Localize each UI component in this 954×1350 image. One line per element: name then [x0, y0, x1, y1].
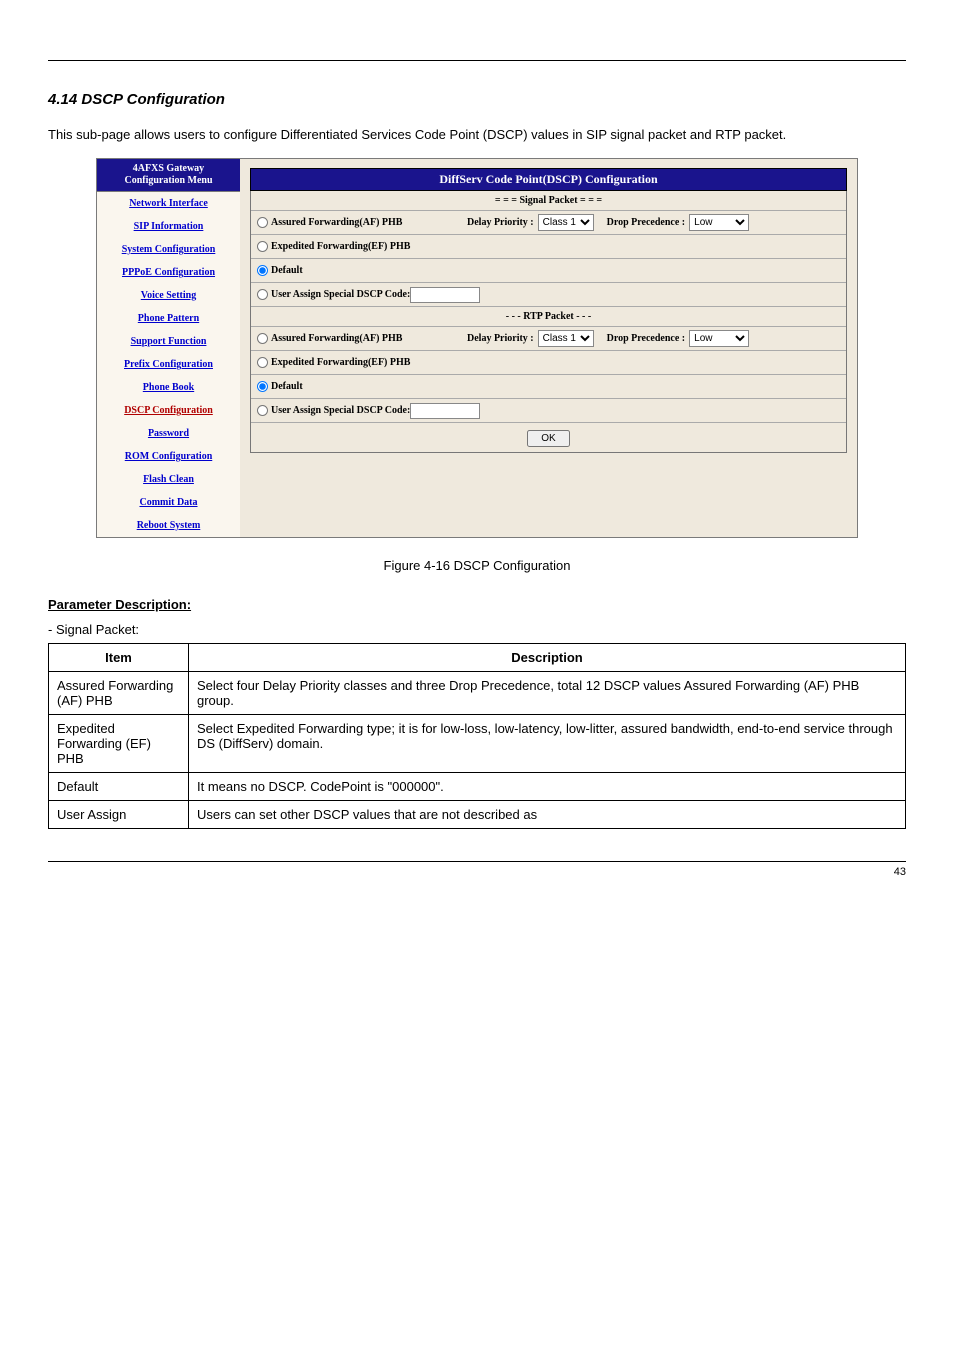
parameter-table: Item Description Assured Forwarding (AF)… [48, 643, 906, 829]
page-number: 43 [48, 866, 906, 878]
sidebar-item-reboot-system[interactable]: Reboot System [97, 514, 240, 537]
signal-ef-option[interactable]: Expedited Forwarding(EF) PHB [257, 241, 467, 252]
rtp-packet-header: - - - RTP Packet - - - [251, 307, 846, 327]
signal-default-label: Default [271, 265, 303, 276]
signal-userassign-option[interactable]: User Assign Special DSCP Code: [257, 289, 410, 300]
rtp-default-label: Default [271, 381, 303, 392]
rtp-default-radio[interactable] [257, 381, 268, 392]
signal-userassign-label: User Assign Special DSCP Code: [271, 289, 410, 300]
rtp-default-option[interactable]: Default [257, 381, 467, 392]
signal-packet-bullet: - Signal Packet: [48, 622, 906, 637]
sidebar-item-voice-setting[interactable]: Voice Setting [97, 284, 240, 307]
signal-delay-select[interactable]: Class 1 [538, 214, 594, 231]
signal-ef-radio[interactable] [257, 241, 268, 252]
signal-default-radio[interactable] [257, 265, 268, 276]
signal-userassign-row: User Assign Special DSCP Code: [251, 283, 846, 307]
sidebar-item-phone-pattern[interactable]: Phone Pattern [97, 307, 240, 330]
signal-delay-label: Delay Priority : [467, 217, 534, 228]
rtp-delay-select[interactable]: Class 1 [538, 330, 594, 347]
ok-row: OK [251, 423, 846, 452]
table-row: User Assign Users can set other DSCP val… [49, 801, 906, 829]
rtp-userassign-radio[interactable] [257, 405, 268, 416]
signal-ef-label: Expedited Forwarding(EF) PHB [271, 241, 410, 252]
rtp-af-radio[interactable] [257, 333, 268, 344]
rtp-ef-row: Expedited Forwarding(EF) PHB [251, 351, 846, 375]
rtp-userassign-label: User Assign Special DSCP Code: [271, 405, 410, 416]
rtp-ef-label: Expedited Forwarding(EF) PHB [271, 357, 410, 368]
main-panel: DiffServ Code Point(DSCP) Configuration … [240, 159, 857, 537]
row2-desc: It means no DSCP. CodePoint is "000000". [189, 773, 906, 801]
footer-rule [48, 861, 906, 862]
rtp-ef-radio[interactable] [257, 357, 268, 368]
rtp-delay-label: Delay Priority : [467, 333, 534, 344]
signal-default-row: Default [251, 259, 846, 283]
page-footer: 43 [0, 861, 954, 898]
sidebar-item-phone-book[interactable]: Phone Book [97, 376, 240, 399]
rtp-userassign-option[interactable]: User Assign Special DSCP Code: [257, 405, 410, 416]
section-heading: 4.14 DSCP Configuration [48, 91, 906, 108]
signal-drop-select[interactable]: Low [689, 214, 749, 231]
rtp-userassign-row: User Assign Special DSCP Code: [251, 399, 846, 423]
rtp-af-label: Assured Forwarding(AF) PHB [271, 333, 402, 344]
table-head-item: Item [49, 644, 189, 672]
sidebar-item-rom-configuration[interactable]: ROM Configuration [97, 445, 240, 468]
row1-item: Expedited Forwarding (EF) PHB [49, 715, 189, 773]
table-head-desc: Description [189, 644, 906, 672]
param-desc-heading: Parameter Description: [48, 597, 906, 612]
rtp-drop-select[interactable]: Low [689, 330, 749, 347]
signal-userassign-input[interactable] [410, 287, 480, 303]
rtp-userassign-input[interactable] [410, 403, 480, 419]
sidebar-item-network-interface[interactable]: Network Interface [97, 192, 240, 215]
top-rule [48, 60, 906, 61]
rtp-drop-label: Drop Precedence : [607, 333, 686, 344]
sidebar-title-line1: 4AFXS Gateway [133, 163, 204, 174]
sidebar-title-line2: Configuration Menu [124, 175, 212, 186]
signal-ef-row: Expedited Forwarding(EF) PHB [251, 235, 846, 259]
rtp-af-row: Assured Forwarding(AF) PHB Delay Priorit… [251, 327, 846, 351]
table-row: Assured Forwarding (AF) PHB Select four … [49, 672, 906, 715]
config-sidebar: 4AFXS Gateway Configuration Menu Network… [97, 159, 240, 537]
signal-af-radio[interactable] [257, 217, 268, 228]
rtp-af-option[interactable]: Assured Forwarding(AF) PHB [257, 333, 467, 344]
row2-item: Default [49, 773, 189, 801]
ok-button[interactable]: OK [527, 430, 569, 447]
signal-drop-label: Drop Precedence : [607, 217, 686, 228]
table-row: Expedited Forwarding (EF) PHB Select Exp… [49, 715, 906, 773]
sidebar-item-support-function[interactable]: Support Function [97, 330, 240, 353]
signal-af-label: Assured Forwarding(AF) PHB [271, 217, 402, 228]
sidebar-item-dscp-configuration[interactable]: DSCP Configuration [97, 399, 240, 422]
table-row: Default It means no DSCP. CodePoint is "… [49, 773, 906, 801]
rtp-ef-option[interactable]: Expedited Forwarding(EF) PHB [257, 357, 467, 368]
row3-item: User Assign [49, 801, 189, 829]
signal-af-row: Assured Forwarding(AF) PHB Delay Priorit… [251, 211, 846, 235]
signal-packet-header: = = = Signal Packet = = = [251, 191, 846, 211]
figure-container: 4AFXS Gateway Configuration Menu Network… [96, 158, 858, 538]
signal-default-option[interactable]: Default [257, 265, 467, 276]
form-box: = = = Signal Packet = = = Assured Forwar… [250, 191, 847, 453]
signal-af-option[interactable]: Assured Forwarding(AF) PHB [257, 217, 467, 228]
sidebar-item-sip-information[interactable]: SIP Information [97, 215, 240, 238]
sidebar-item-system-configuration[interactable]: System Configuration [97, 238, 240, 261]
intro-paragraph: This sub-page allows users to configure … [48, 126, 906, 144]
sidebar-header: 4AFXS Gateway Configuration Menu [97, 159, 240, 192]
signal-userassign-radio[interactable] [257, 289, 268, 300]
row0-item: Assured Forwarding (AF) PHB [49, 672, 189, 715]
row0-desc: Select four Delay Priority classes and t… [189, 672, 906, 715]
figure-caption: Figure 4-16 DSCP Configuration [48, 558, 906, 573]
sidebar-item-commit-data[interactable]: Commit Data [97, 491, 240, 514]
sidebar-item-flash-clean[interactable]: Flash Clean [97, 468, 240, 491]
sidebar-item-prefix-configuration[interactable]: Prefix Configuration [97, 353, 240, 376]
row3-desc: Users can set other DSCP values that are… [189, 801, 906, 829]
panel-title: DiffServ Code Point(DSCP) Configuration [250, 168, 847, 191]
sidebar-item-password[interactable]: Password [97, 422, 240, 445]
row1-desc: Select Expedited Forwarding type; it is … [189, 715, 906, 773]
rtp-default-row: Default [251, 375, 846, 399]
sidebar-item-pppoe-configuration[interactable]: PPPoE Configuration [97, 261, 240, 284]
